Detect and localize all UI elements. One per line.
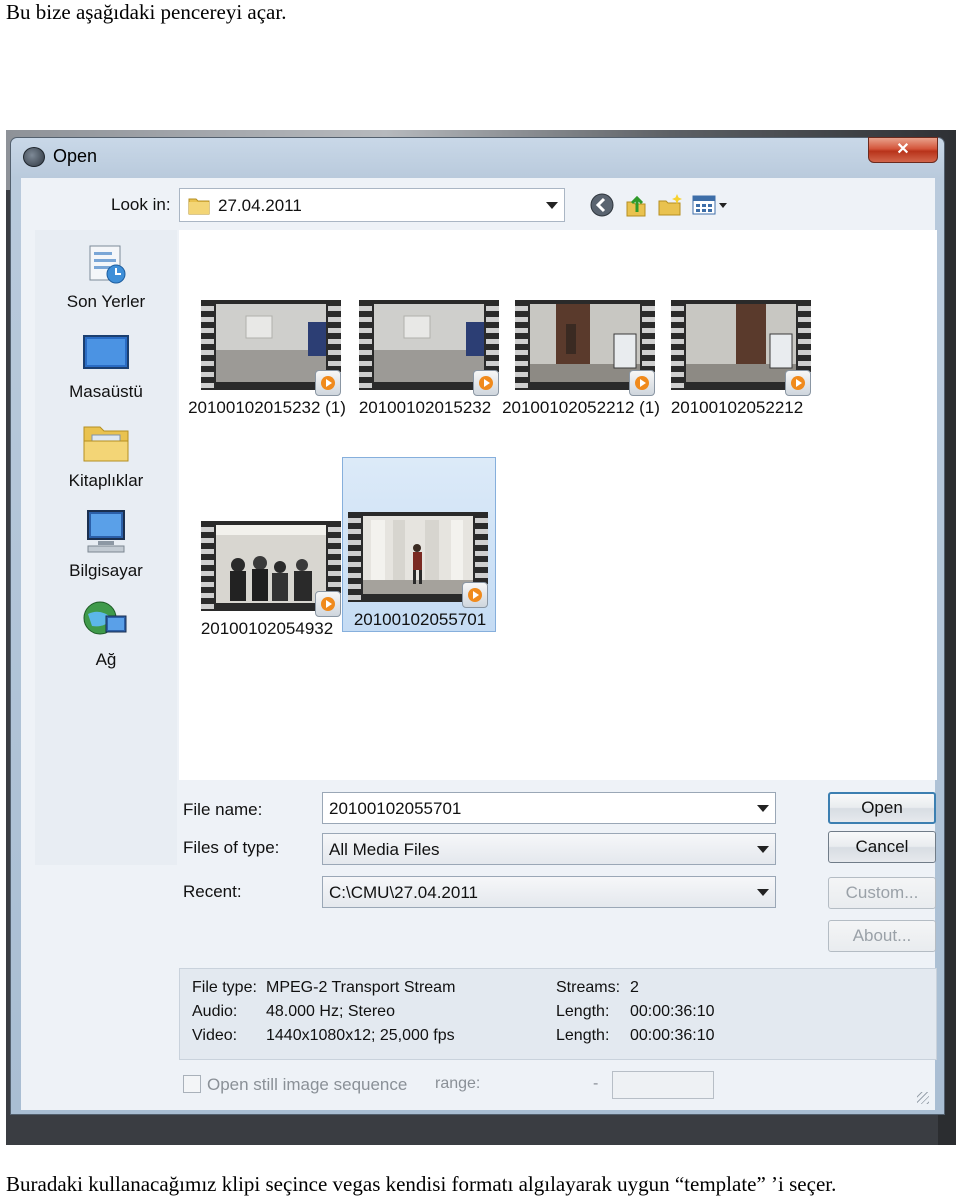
info-length-value: 00:00:36:10: [630, 1027, 715, 1044]
place-ag[interactable]: Ağ: [35, 598, 177, 678]
chevron-down-icon[interactable]: [757, 889, 769, 896]
file-type-label: Files of type:: [183, 838, 280, 857]
media-info-panel: File type: MPEG-2 Transport Stream Audio…: [179, 968, 937, 1060]
range-end-input[interactable]: [612, 1071, 714, 1099]
place-label: Kitaplıklar: [68, 471, 144, 490]
video-thumbnail: [671, 300, 811, 396]
file-name: 20100102015232: [358, 398, 492, 417]
info-length-label: Length:: [556, 1003, 610, 1020]
libraries-icon: [83, 426, 129, 462]
close-icon: ✕: [896, 141, 910, 158]
file-item[interactable]: 20100102054932: [189, 511, 345, 686]
place-bilgisayar[interactable]: Bilgisayar: [35, 509, 177, 589]
view-menu-icon[interactable]: [691, 192, 731, 218]
back-icon[interactable]: [589, 192, 615, 218]
custom-button[interactable]: Custom...: [828, 877, 936, 909]
chevron-down-icon[interactable]: [546, 202, 558, 209]
recent-value: C:\CMU\27.04.2011: [329, 883, 478, 902]
file-name-label: File name:: [183, 800, 263, 819]
title-bar[interactable]: Open ✕: [11, 137, 944, 176]
cancel-button[interactable]: Cancel: [828, 831, 936, 863]
desktop-icon: [83, 335, 129, 369]
file-type-select[interactable]: All Media Files: [322, 833, 776, 865]
places-bar: Son Yerler Masaüstü Kitaplıklar Bilgisay…: [35, 230, 177, 865]
file-list-view[interactable]: 20100102015232 (1) 20100102015232 201001…: [179, 230, 937, 780]
file-name: 20100102054932: [200, 619, 334, 638]
place-masaustu[interactable]: Masaüstü: [35, 330, 177, 410]
play-icon: [629, 370, 655, 396]
info-filetype-label: File type:: [192, 979, 257, 996]
info-length-label: Length:: [556, 1027, 610, 1044]
network-icon: [83, 601, 127, 635]
close-button[interactable]: ✕: [868, 137, 938, 163]
resize-grip-icon[interactable]: [917, 1092, 929, 1104]
chevron-down-icon[interactable]: [757, 846, 769, 853]
place-kitapliklar[interactable]: Kitaplıklar: [35, 419, 177, 499]
caption-bottom: Buradaki kullanacağımız klipi seçince ve…: [6, 1172, 837, 1196]
recent-places-icon: [89, 245, 126, 284]
file-item[interactable]: 20100102052212: [659, 290, 815, 465]
app-icon: [23, 147, 45, 167]
info-audio-value: 48.000 Hz; Stereo: [266, 1003, 395, 1020]
window-title: Open: [53, 146, 98, 166]
video-thumbnail: [201, 300, 341, 396]
file-item[interactable]: 20100102052212 (1): [502, 290, 660, 465]
place-son-yerler[interactable]: Son Yerler: [35, 240, 177, 320]
play-icon: [462, 582, 488, 608]
file-name: 20100102052212 (1): [502, 398, 660, 417]
computer-icon: [87, 510, 125, 553]
file-name-value: 20100102055701: [329, 799, 462, 818]
video-thumbnail: [515, 300, 655, 396]
look-in-value: 27.04.2011: [218, 196, 302, 215]
range-label: range:: [435, 1075, 481, 1092]
place-label: Ağ: [95, 650, 117, 669]
file-item-selected[interactable]: 20100102055701: [342, 457, 496, 632]
range-dash: -: [593, 1075, 599, 1092]
file-type-value: All Media Files: [329, 840, 440, 859]
about-button[interactable]: About...: [828, 920, 936, 952]
file-item[interactable]: 20100102015232: [347, 290, 503, 465]
file-name-input[interactable]: 20100102055701: [322, 792, 776, 824]
play-icon: [315, 370, 341, 396]
recent-label: Recent:: [183, 882, 242, 901]
file-name: 20100102015232 (1): [188, 398, 346, 417]
info-length-value: 00:00:36:10: [630, 1003, 715, 1020]
info-video-value: 1440x1080x12; 25,000 fps: [266, 1027, 455, 1044]
video-thumbnail: [359, 300, 499, 396]
look-in-combo[interactable]: 27.04.2011: [179, 188, 565, 222]
file-name: 20100102052212: [670, 398, 804, 417]
play-icon: [785, 370, 811, 396]
info-streams-value: 2: [630, 979, 639, 996]
info-streams-label: Streams:: [556, 979, 621, 996]
dialog-client: Look in: 27.04.2011 Son Yerler Masaüstü …: [21, 178, 937, 1110]
place-label: Masaüstü: [69, 382, 143, 401]
new-folder-icon[interactable]: [657, 192, 683, 218]
recent-select[interactable]: C:\CMU\27.04.2011: [322, 876, 776, 908]
info-audio-label: Audio:: [192, 1003, 238, 1020]
open-dialog: Open ✕ Look in: 27.04.2011 Son Yerler Ma…: [10, 137, 945, 1115]
still-sequence-label: Open still image sequence: [207, 1075, 408, 1094]
video-thumbnail: [348, 512, 488, 608]
open-button[interactable]: Open: [828, 792, 936, 824]
info-video-label: Video:: [192, 1027, 238, 1044]
info-filetype-value: MPEG-2 Transport Stream: [266, 979, 456, 996]
file-name: 20100102055701: [353, 610, 487, 629]
look-in-label: Look in:: [111, 195, 171, 214]
up-folder-icon[interactable]: [623, 192, 649, 218]
file-item[interactable]: 20100102015232 (1): [188, 290, 346, 465]
chevron-down-icon[interactable]: [757, 805, 769, 812]
video-thumbnail: [201, 521, 341, 617]
folder-icon: [188, 198, 210, 215]
play-icon: [473, 370, 499, 396]
place-label: Bilgisayar: [69, 561, 143, 580]
caption-top: Bu bize aşağıdaki pencereyi açar.: [6, 0, 287, 24]
still-sequence-checkbox[interactable]: [183, 1075, 201, 1093]
place-label: Son Yerler: [66, 292, 146, 311]
